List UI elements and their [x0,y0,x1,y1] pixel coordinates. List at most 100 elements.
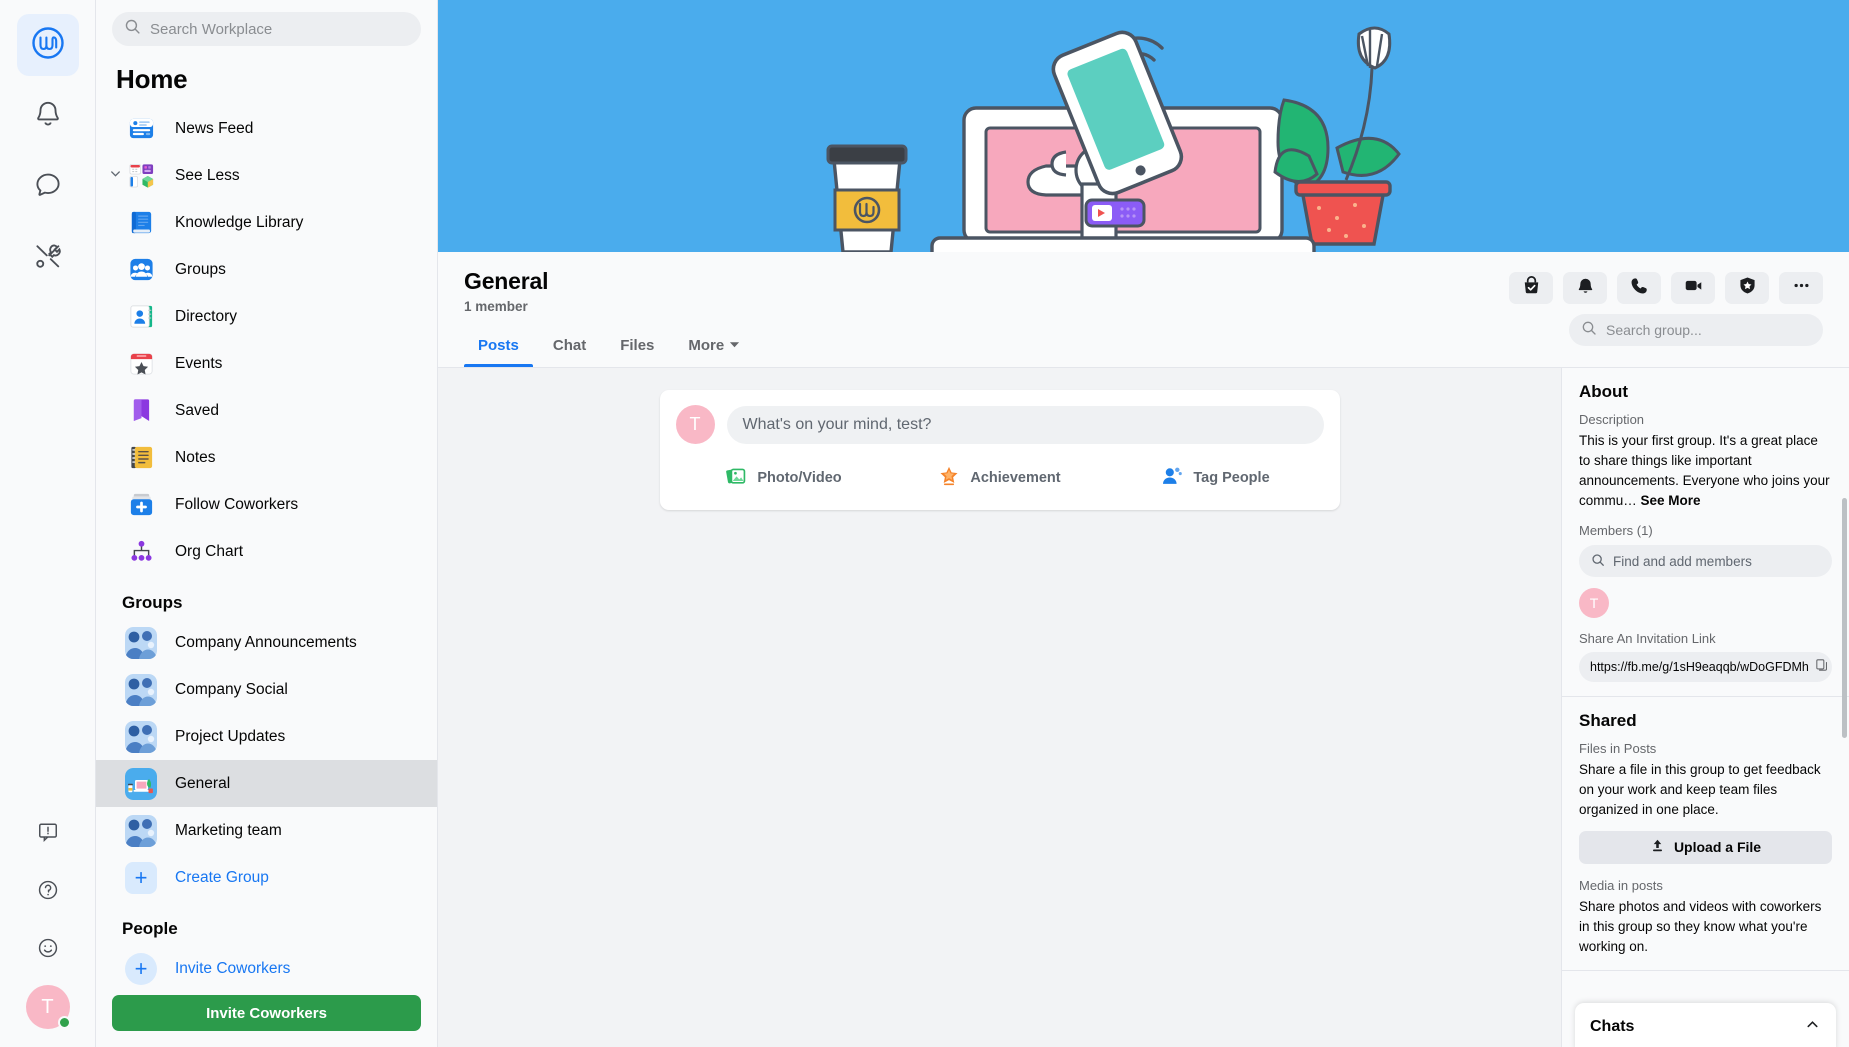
invite-coworkers-link[interactable]: + Invite Coworkers [96,945,437,985]
rail-bottom-group: T [25,811,71,1047]
sidebar-item-groups[interactable]: Groups [96,246,437,293]
tag-people-button[interactable]: Tag People [1108,456,1324,500]
search-icon [1581,320,1597,341]
shared-section: Shared Files in Posts Share a file in th… [1562,697,1849,972]
page-title: Home [116,64,188,94]
tab-posts[interactable]: Posts [464,326,533,367]
sidebar-item-see-less[interactable]: See Less [96,152,437,199]
description-text: This is your first group. It's a great p… [1579,431,1832,510]
groups-icon [122,256,160,283]
user-avatar[interactable]: T [25,985,71,1029]
composer-action-label: Achievement [970,470,1061,486]
tab-chat[interactable]: Chat [539,326,600,367]
help-icon [37,879,59,906]
rail-item-emoji[interactable] [25,927,71,973]
group-avatar [125,767,157,800]
sidebar-item-follow-coworkers[interactable]: Follow Coworkers [96,481,437,528]
sidebar-item-label: Org Chart [175,542,244,560]
group-avatar [125,720,157,753]
sidebar-group-company-announcements[interactable]: Company Announcements [96,619,437,666]
files-in-posts-text: Share a file in this group to get feedba… [1579,762,1821,818]
invite-coworkers-button[interactable]: Invite Coworkers [112,995,421,1031]
video-call-button[interactable] [1671,272,1715,304]
files-in-posts-label: Files in Posts [1579,741,1657,757]
more-options-button[interactable] [1779,272,1823,304]
search-input[interactable]: Search Workplace [112,12,421,46]
find-members-input[interactable]: Find and add members [1579,545,1832,578]
photo-video-icon [725,465,747,491]
composer-top: T What's on your mind, test? [675,405,1324,444]
copy-icon[interactable] [1815,658,1829,677]
joined-button[interactable] [1509,272,1553,304]
notifications-button[interactable] [1563,272,1607,304]
sidebar-item-saved[interactable]: Saved [96,387,437,434]
tab-files[interactable]: Files [606,326,668,367]
post-input-placeholder: What's on your mind, test? [742,415,932,433]
invite-link-field[interactable]: https://fb.me/g/1sH9eaqqb/wDoGFDMh [1579,652,1832,683]
sidebar-section-groups: Groups [122,593,183,612]
caret-down-icon [729,337,740,354]
search-icon [124,18,141,40]
group-search-input[interactable]: Search group... [1569,314,1823,346]
sidebar-item-notes[interactable]: Notes [96,434,437,481]
sidebar-item-org-chart[interactable]: Org Chart [96,528,437,575]
sidebar-item-label: See Less [175,166,240,184]
sidebar-item-news-feed[interactable]: News Feed [96,105,437,152]
notebook-icon [122,444,160,471]
sidebar-item-label: Notes [175,448,216,466]
create-group-button[interactable]: + Create Group [96,854,437,901]
see-more-link[interactable]: See More [1641,493,1701,508]
members-label: Members (1) [1579,523,1653,539]
sidebar-group-company-social[interactable]: Company Social [96,666,437,713]
rail-item-help[interactable] [25,869,71,915]
sidebar-group-marketing-team[interactable]: Marketing team [96,807,437,854]
avatar-initial: T [41,995,54,1018]
group-avatar [125,626,157,659]
workplace-app: T Search Workplace Home News Feed See Le… [0,0,1849,1047]
achievement-button[interactable]: Achievement [892,456,1108,500]
sidebar-item-label: Directory [175,307,238,325]
directory-icon [122,303,160,330]
sidebar-group-label: Company Announcements [175,633,357,651]
chats-label: Chats [1590,1018,1635,1035]
sidebar-item-knowledge-library[interactable]: Knowledge Library [96,199,437,246]
tab-label: Posts [478,337,519,354]
chevron-down-icon [108,166,123,186]
description-body: This is your first group. It's a great p… [1579,433,1830,508]
upload-file-label: Upload a File [1673,839,1762,856]
about-heading: About [1579,382,1629,401]
sidebar-item-events[interactable]: Events [96,340,437,387]
tab-more[interactable]: More [674,326,754,367]
sidebar-group-project-updates[interactable]: Project Updates [96,713,437,760]
find-members-placeholder: Find and add members [1613,553,1752,569]
org-chart-icon [122,538,160,565]
member-avatar[interactable]: T [1579,588,1609,619]
sidebar-group-label: General [175,774,231,792]
rail-item-home[interactable] [16,14,79,76]
group-avatar [125,673,157,706]
bell-icon [1576,276,1595,300]
upload-file-button[interactable]: Upload a File [1579,830,1832,864]
audio-call-button[interactable] [1617,272,1661,304]
group-avatar [125,814,157,847]
create-group-label: Create Group [175,868,269,886]
sidebar: Search Workplace Home News Feed See Less… [96,0,438,1047]
chevron-up-icon[interactable] [1804,1016,1821,1038]
sidebar-group-general[interactable]: General [96,760,437,807]
rail-item-notifications[interactable] [17,85,79,147]
rail-item-chat[interactable] [17,156,79,218]
sidebar-section-people: People [122,919,178,938]
photo-video-button[interactable]: Photo/Video [676,456,892,500]
right-panel-scrollbar[interactable] [1842,498,1847,738]
sidebar-item-directory[interactable]: Directory [96,293,437,340]
rail-item-tools[interactable] [17,227,79,289]
composer-avatar[interactable]: T [675,405,715,444]
chats-bar[interactable]: Chats [1575,1003,1836,1047]
tab-label: Files [620,337,655,354]
rail-item-feedback[interactable] [25,811,71,857]
badge-button[interactable] [1725,272,1769,304]
post-input[interactable]: What's on your mind, test? [726,405,1324,444]
sidebar-item-label: Saved [175,401,219,419]
sidebar-footer: Invite Coworkers [96,985,437,1047]
tag-people-icon [1161,465,1183,491]
